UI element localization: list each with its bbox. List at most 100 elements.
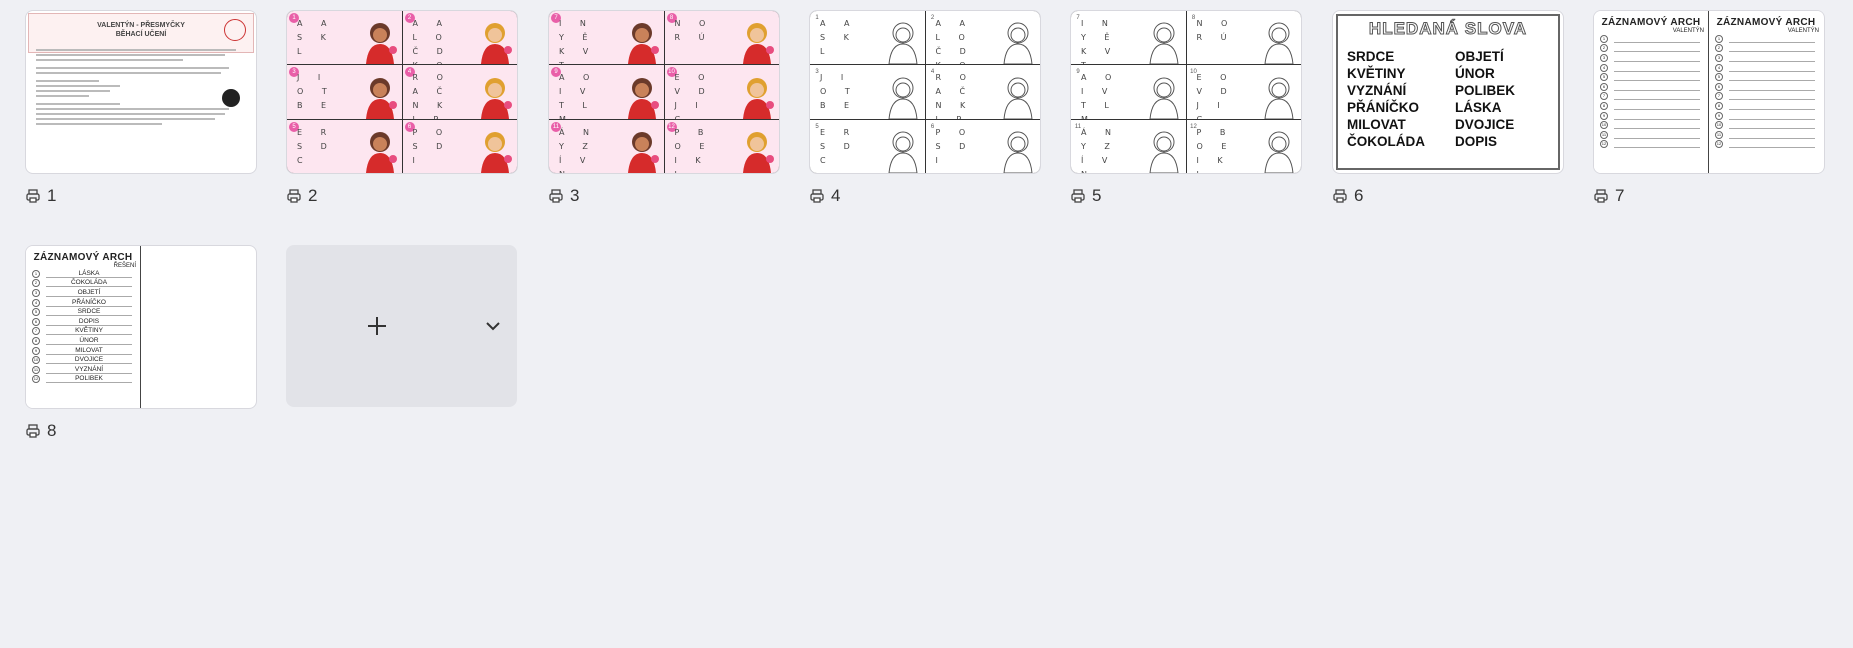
answer-sheet: ZÁZNAMOVÝ ARCH ŘEŠENÍ 1 LÁSKA 2 ČOKOLÁDA 3… xyxy=(26,246,141,408)
girl-illustration xyxy=(627,77,659,119)
letter-card: 9A O I V T L M xyxy=(549,65,664,119)
letter-card: 11Á N Y Z Í V N xyxy=(549,119,664,173)
page-thumbnail-6[interactable]: HLEDANÁ SLOVA SRDCE OBJETÍ KVĚTINY ÚNOR … xyxy=(1332,10,1564,174)
page-thumbnail-2[interactable]: 1A A S K L 2A A L O Č D K O 3J I O T B E… xyxy=(286,10,518,174)
printer-icon xyxy=(1594,189,1608,203)
page-thumbnail-7[interactable]: ZÁZNAMOVÝ ARCH VALENTÝN 123 456 789 10 11… xyxy=(1593,10,1825,174)
girl-illustration xyxy=(1264,131,1294,173)
girl-illustration xyxy=(1148,22,1179,65)
girl-illustration xyxy=(627,23,659,65)
page1-subtitle: BĚHACÍ UČENÍ xyxy=(115,31,167,38)
word: PŘÁNÍČKO xyxy=(1347,100,1420,115)
letter-card: 8N O R Ú xyxy=(1186,11,1301,65)
word: OBJETÍ xyxy=(1455,49,1504,64)
page-label-1: 1 xyxy=(25,186,56,206)
letter-card: 1A A S K L xyxy=(810,11,925,65)
girl-illustration xyxy=(365,23,397,65)
printer-icon xyxy=(26,189,40,203)
letter-card: 3J I O T B E xyxy=(287,65,402,119)
letter-card: 2A A L O Č D K O xyxy=(402,11,517,65)
girl-illustration xyxy=(743,131,774,173)
page-label-6: 6 xyxy=(1332,186,1363,206)
record-sheet-title: ZÁZNAMOVÝ ARCH xyxy=(1716,17,1816,28)
word: LÁSKA xyxy=(1455,100,1502,115)
girl-illustration xyxy=(743,77,774,119)
letter-card: 12P B O E I K L xyxy=(1186,119,1301,173)
letter-card: 4R O A Č N K I P xyxy=(925,65,1040,119)
card-grid: 7I N Y Ě K V T 8N O R Ú 9A O I V T L M 1… xyxy=(1071,11,1301,173)
word: POLIBEK xyxy=(1455,83,1516,98)
girl-illustration xyxy=(1003,77,1033,119)
letter-card: 7I N Y Ě K V T xyxy=(1071,11,1186,65)
word: ÚNOR xyxy=(1455,66,1495,81)
word: KVĚTINY xyxy=(1347,66,1406,81)
page1-title: VALENTÝN - PŘESMYČKY xyxy=(97,22,185,29)
word-list: SRDCE OBJETÍ KVĚTINY ÚNOR VYZNÁNÍ POLIBE… xyxy=(1347,49,1553,149)
page-thumbnail-8[interactable]: ZÁZNAMOVÝ ARCH ŘEŠENÍ 1 LÁSKA 2 ČOKOLÁDA 3… xyxy=(25,245,257,409)
printer-icon xyxy=(1071,189,1085,203)
letter-card: 8N O R Ú xyxy=(664,11,779,65)
page-grid: VALENTÝN - PŘESMYČKY BĚHACÍ UČENÍ 1 1A A… xyxy=(0,0,1853,648)
printer-icon xyxy=(287,189,301,203)
page-label-5: 5 xyxy=(1070,186,1101,206)
printer-icon xyxy=(26,424,40,438)
letter-card: 10E O V D J I C xyxy=(1186,65,1301,119)
card-grid: 7I N Y Ě K V T 8N O R Ú 9A O I V T L M 1… xyxy=(549,11,779,173)
girl-illustration xyxy=(365,77,397,119)
brand-badge xyxy=(222,89,240,107)
card-grid: 1A A S K L 2A A L O Č D K O 3J I O T B E… xyxy=(287,11,517,173)
letter-card: 5E R S D C xyxy=(287,119,402,173)
page-number: 7 xyxy=(1615,186,1625,205)
girl-illustration xyxy=(1003,22,1033,65)
girl-illustration xyxy=(481,77,512,119)
word-search-title: HLEDANÁ SLOVA xyxy=(1368,19,1528,39)
letter-card: 3J I O T B E xyxy=(810,65,925,119)
girl-illustration xyxy=(1264,22,1294,65)
record-sheet-title: ZÁZNAMOVÝ ARCH xyxy=(1601,17,1701,28)
girl-illustration xyxy=(1148,131,1179,173)
page-number: 6 xyxy=(1354,186,1364,205)
letter-card: 1A A S K L xyxy=(287,11,402,65)
page-number: 3 xyxy=(570,186,580,205)
answer-sheet-title: ZÁZNAMOVÝ ARCH xyxy=(33,252,133,263)
letter-card: 11Á N Y Z Í V N xyxy=(1071,119,1186,173)
word: SRDCE xyxy=(1347,49,1395,64)
letter-card: 2A A L O Č D K O xyxy=(925,11,1040,65)
page-label-7: 7 xyxy=(1593,186,1624,206)
page-number: 2 xyxy=(308,186,318,205)
chevron-down-icon[interactable] xyxy=(485,320,501,332)
letter-card: 5E R S D C xyxy=(810,119,925,173)
page-label-2: 2 xyxy=(286,186,317,206)
printer-icon xyxy=(810,189,824,203)
page-label-4: 4 xyxy=(809,186,840,206)
letter-card: 9A O I V T L M xyxy=(1071,65,1186,119)
page-label-8: 8 xyxy=(25,421,56,441)
plus-icon[interactable] xyxy=(366,315,388,337)
page-thumbnail-4[interactable]: 1A A S K L 2A A L O Č D K O 3J I O T B E… xyxy=(809,10,1041,174)
girl-illustration xyxy=(365,131,397,173)
letter-card: 6P O S D I xyxy=(402,119,517,173)
girl-illustration xyxy=(887,22,918,65)
girl-illustration xyxy=(743,23,774,65)
page-thumbnail-1[interactable]: VALENTÝN - PŘESMYČKY BĚHACÍ UČENÍ xyxy=(25,10,257,174)
girl-illustration xyxy=(481,131,512,173)
girl-illustration xyxy=(887,131,918,173)
word: VYZNÁNÍ xyxy=(1347,83,1407,98)
record-sheet: ZÁZNAMOVÝ ARCH VALENTÝN 123 456 789 10 11… xyxy=(1709,11,1823,173)
page-thumbnail-3[interactable]: 7I N Y Ě K V T 8N O R Ú 9A O I V T L M 1… xyxy=(548,10,780,174)
girl-illustration xyxy=(1003,131,1033,173)
word: ČOKOLÁDA xyxy=(1347,134,1425,149)
printer-icon xyxy=(1333,189,1347,203)
page-number: 4 xyxy=(831,186,841,205)
word: DOPIS xyxy=(1455,134,1498,149)
page-thumbnail-5[interactable]: 7I N Y Ě K V T 8N O R Ú 9A O I V T L M 1… xyxy=(1070,10,1302,174)
text-lines xyxy=(36,49,246,125)
page-number: 5 xyxy=(1092,186,1102,205)
add-page-button[interactable] xyxy=(286,245,517,407)
letter-card: 7I N Y Ě K V T xyxy=(549,11,664,65)
letter-card: 6P O S D I xyxy=(925,119,1040,173)
girl-illustration xyxy=(1148,77,1179,119)
card-grid: 1A A S K L 2A A L O Č D K O 3J I O T B E… xyxy=(810,11,1040,173)
girl-illustration xyxy=(1264,77,1294,119)
letter-card: 12P B O E I K L xyxy=(664,119,779,173)
